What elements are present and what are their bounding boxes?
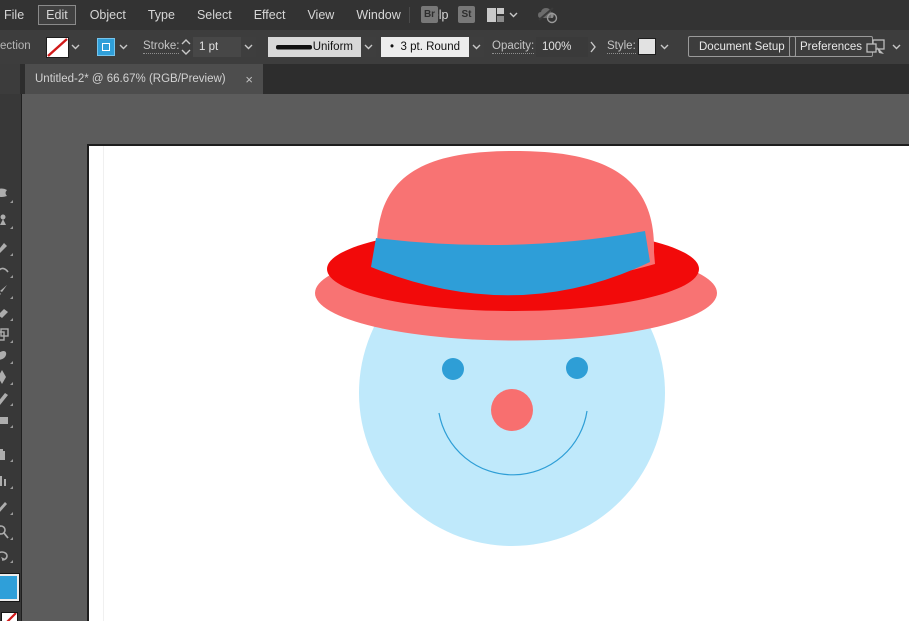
workspace-switcher-icon[interactable] — [487, 8, 504, 25]
shaper-tool-icon[interactable] — [0, 348, 16, 364]
tools-panel — [0, 94, 22, 621]
menu-file[interactable]: File — [0, 5, 35, 25]
style-chevron-icon[interactable] — [660, 44, 669, 50]
artboard[interactable] — [87, 144, 909, 621]
style-label[interactable]: Style: — [607, 40, 636, 54]
brush-definition-dropdown[interactable]: • 3 pt. Round — [381, 37, 469, 57]
width-profile-chevron-icon[interactable] — [361, 37, 376, 57]
preferences-button[interactable]: Preferences — [789, 36, 873, 57]
stroke-swatch-chevron-icon[interactable] — [119, 44, 128, 50]
workspace-chevron-icon[interactable] — [509, 12, 518, 18]
eraser-tool-icon[interactable] — [0, 305, 16, 321]
menu-type[interactable]: Type — [137, 5, 186, 25]
stock-icon[interactable]: St — [458, 6, 475, 23]
menu-separator — [409, 7, 410, 23]
brush-dot-icon: • — [390, 41, 394, 53]
width-profile-dropdown[interactable]: Uniform — [268, 37, 361, 57]
arrange-documents-chevron-icon[interactable] — [892, 44, 901, 50]
document-setup-button[interactable]: Document Setup — [688, 36, 796, 57]
stroke-weight-chevron-icon[interactable] — [241, 37, 256, 57]
curve-tool-icon[interactable] — [0, 262, 16, 278]
stroke-weight-input[interactable]: 1 pt — [193, 37, 241, 57]
fill-chevron-icon[interactable] — [71, 44, 80, 50]
width-profile-value: Uniform — [313, 41, 353, 53]
opacity-panel-arrow-icon[interactable] — [590, 41, 596, 56]
zoom-tool-icon[interactable] — [0, 524, 16, 540]
pasteboard[interactable] — [22, 94, 909, 621]
stroke-weight-stepper[interactable] — [181, 38, 191, 59]
artboard-tool-icon[interactable] — [0, 327, 16, 343]
slice-tool-icon[interactable] — [0, 499, 16, 515]
menu-select[interactable]: Select — [186, 5, 243, 25]
style-swatch[interactable] — [638, 38, 656, 55]
control-bar: ection Stroke: 1 pt Uniform — [0, 30, 909, 65]
document-tab-title: Untitled-2* @ 66.67% (RGB/Preview) — [35, 73, 226, 85]
opacity-input[interactable]: 100% — [536, 37, 588, 57]
rotate-view-tool-icon[interactable] — [0, 547, 16, 563]
arrange-documents-icon[interactable] — [866, 39, 887, 59]
workspace — [0, 94, 909, 621]
column-graph-tool-icon[interactable] — [0, 473, 16, 489]
symbol-sprayer-tool-icon[interactable] — [0, 446, 16, 462]
illustrator-window: File Edit Object Type Select Effect View… — [0, 0, 909, 621]
pencil-tool-icon[interactable] — [0, 390, 16, 406]
document-tab[interactable]: Untitled-2* @ 66.67% (RGB/Preview) × — [25, 64, 263, 94]
stroke-color-swatch[interactable] — [97, 38, 115, 56]
knife-tool-icon[interactable] — [0, 240, 16, 256]
lasso-tool-icon[interactable] — [0, 187, 16, 203]
stroke-weight-label[interactable]: Stroke: — [143, 40, 179, 54]
paintbrush-tool-icon[interactable] — [0, 283, 16, 299]
curvature-tool-icon[interactable] — [0, 213, 16, 229]
selection-label-fragment: ection — [0, 40, 31, 52]
bridge-icon[interactable]: Br — [421, 6, 438, 23]
document-tab-bar: Untitled-2* @ 66.67% (RGB/Preview) × — [0, 64, 909, 94]
menu-view[interactable]: View — [296, 5, 345, 25]
panel-notch — [0, 64, 20, 94]
menu-edit[interactable]: Edit — [38, 5, 76, 25]
menu-effect[interactable]: Effect — [243, 5, 297, 25]
tab-close-icon[interactable]: × — [245, 72, 253, 87]
artboard-edge-line — [103, 146, 104, 621]
menu-object[interactable]: Object — [79, 5, 137, 25]
pen-tool-icon[interactable] — [0, 369, 16, 385]
menu-window[interactable]: Window — [345, 5, 411, 25]
gradient-tool-icon[interactable] — [0, 412, 16, 428]
opacity-label[interactable]: Opacity: — [492, 40, 534, 54]
fill-proxy-swatch[interactable] — [0, 574, 19, 601]
brush-chevron-icon[interactable] — [469, 37, 484, 57]
stroke-proxy-swatch[interactable] — [1, 612, 18, 621]
brush-definition-value: 3 pt. Round — [401, 41, 460, 53]
menu-bar: File Edit Object Type Select Effect View… — [0, 0, 909, 30]
fill-color-swatch[interactable] — [46, 37, 69, 58]
creative-cloud-sync-icon[interactable] — [536, 5, 560, 28]
